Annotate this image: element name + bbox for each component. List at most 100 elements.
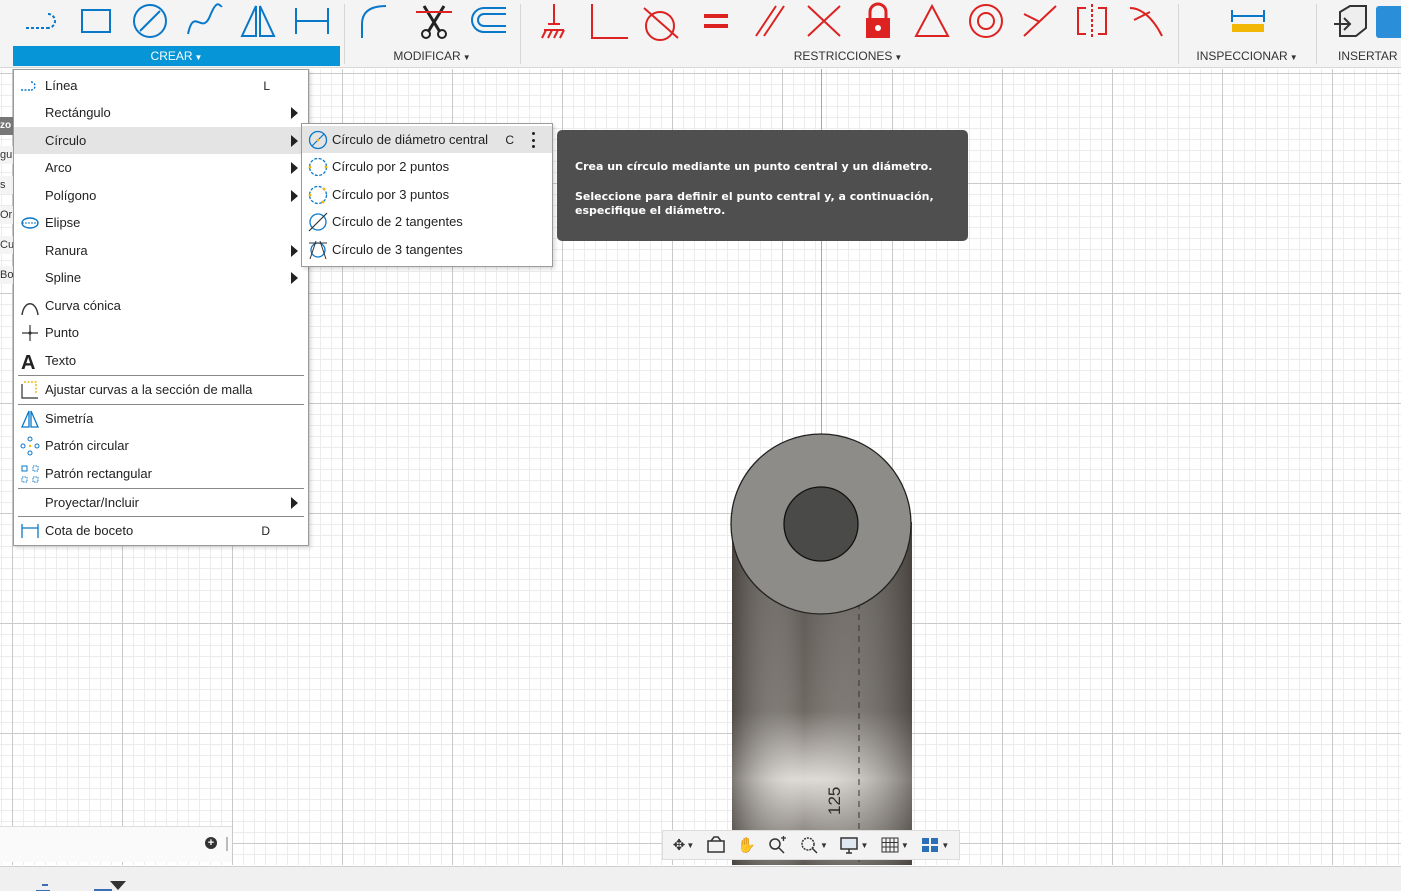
two-tangent-circle-icon (308, 212, 328, 232)
dimension-label: 125 (825, 787, 844, 815)
more-options-icon[interactable] (532, 132, 536, 148)
submenu-item-circulo-3-tangentes[interactable]: Círculo de 3 tangentes (302, 236, 552, 263)
menu-item-linea[interactable]: Línea L (14, 72, 308, 99)
spline-tool-icon[interactable] (182, 2, 226, 40)
menu-item-simetria[interactable]: Simetría (14, 405, 308, 432)
timeline-marker-icon[interactable] (92, 879, 132, 891)
tooltip-description: Crea un círculo mediante un punto centra… (575, 160, 933, 173)
side-panel-fragment: gu (0, 146, 14, 164)
mirror-tool-icon[interactable] (236, 2, 280, 40)
submenu-arrow-icon (291, 107, 298, 119)
submenu-arrow-icon (291, 162, 298, 174)
fix-lock-icon[interactable] (856, 2, 900, 40)
measure-tool-icon[interactable] (1226, 2, 1270, 40)
circular-pattern-icon (20, 436, 40, 456)
menu-item-proyectar-incluir[interactable]: Proyectar/Incluir (14, 489, 308, 516)
submenu-arrow-icon (291, 497, 298, 509)
look-at-icon[interactable] (706, 833, 726, 857)
orbit-icon[interactable]: ✥ ▼ (673, 833, 695, 857)
submenu-item-circulo-diametro-central[interactable]: Círculo de diámetro central C (302, 126, 552, 153)
menu-item-cota-de-boceto[interactable]: Cota de boceto D (14, 517, 308, 544)
insert-tool-icon[interactable] (1328, 2, 1372, 40)
line-icon (20, 76, 40, 96)
fillet-tool-icon[interactable] (354, 2, 398, 40)
modificar-group-button[interactable]: MODIFICAR ▼ (344, 46, 520, 66)
concentric-constraint-icon[interactable] (964, 2, 1008, 40)
rectangular-pattern-icon (20, 464, 40, 484)
sketch-geometry[interactable]: 125 (700, 420, 940, 865)
three-point-circle-icon (308, 185, 328, 205)
two-point-circle-icon (308, 157, 328, 177)
timeline-icon[interactable] (34, 883, 52, 891)
trim-tool-icon[interactable] (412, 2, 456, 40)
midpoint-constraint-icon[interactable] (1018, 2, 1062, 40)
insertar-group-button[interactable]: INSERTAR (1322, 46, 1401, 66)
inspeccionar-group-button[interactable]: INSPECCIONAR ▼ (1180, 46, 1314, 66)
pan-hand-icon[interactable]: ✋ (737, 833, 756, 857)
side-panel-fragment: Cu (0, 236, 14, 254)
curvature-constraint-icon[interactable] (1124, 2, 1168, 40)
menu-item-ajustar-curvas[interactable]: Ajustar curvas a la sección de malla (14, 376, 308, 403)
point-icon (20, 323, 40, 343)
menu-item-curva-conica[interactable]: Curva cónica (14, 292, 308, 319)
toolbar-separator (1316, 4, 1317, 64)
toolbar: CREAR ▼ MODIFICAR ▼ RESTRICCIONES ▼ INSP… (0, 0, 1401, 68)
sketch-dimension-icon (20, 521, 40, 541)
zoom-icon[interactable] (767, 833, 787, 857)
menu-item-texto[interactable]: A Texto (14, 347, 308, 374)
insert-image-icon[interactable] (1374, 2, 1401, 40)
menu-item-punto[interactable]: Punto (14, 319, 308, 346)
zoom-window-icon[interactable]: ▼ (799, 833, 828, 857)
menu-item-spline[interactable]: Spline (14, 264, 308, 291)
svg-text:A: A (21, 352, 35, 371)
browser-panel-footer: + (0, 826, 232, 862)
triangle-constraint-icon[interactable] (910, 2, 954, 40)
restricciones-group-button[interactable]: RESTRICCIONES ▼ (520, 46, 1176, 66)
offset-tool-icon[interactable] (466, 2, 510, 40)
submenu-item-circulo-3-puntos[interactable]: Círculo por 3 puntos (302, 181, 552, 208)
menu-item-circulo[interactable]: Círculo (14, 127, 308, 154)
tool-tooltip: Crea un círculo mediante un punto centra… (557, 130, 968, 241)
add-icon[interactable]: + (205, 837, 217, 849)
menu-item-elipse[interactable]: Elipse (14, 209, 308, 236)
menu-item-patron-rectangular[interactable]: Patrón rectangular (14, 460, 308, 487)
crear-dropdown-menu: Línea L Rectángulo Círculo Arco Polígono… (13, 69, 309, 546)
menu-item-ranura[interactable]: Ranura (14, 237, 308, 264)
inner-circle (783, 486, 859, 562)
crear-group-button[interactable]: CREAR ▼ (13, 46, 340, 66)
toolbar-separator (1178, 4, 1179, 64)
line-tool-icon[interactable] (22, 2, 66, 40)
three-tangent-circle-icon (308, 240, 328, 260)
tooltip-instructions: Seleccione para definir el punto central… (575, 190, 934, 217)
submenu-item-circulo-2-tangentes[interactable]: Círculo de 2 tangentes (302, 208, 552, 235)
perpendicular-cross-icon[interactable] (802, 2, 846, 40)
menu-item-arco[interactable]: Arco (14, 154, 308, 181)
submenu-arrow-icon (291, 135, 298, 147)
mirror-icon (20, 409, 40, 429)
side-panel-fragment: Or (0, 206, 14, 224)
submenu-arrow-icon (291, 245, 298, 257)
parallel-constraint-icon[interactable] (748, 2, 792, 40)
viewports-icon[interactable]: ▼ (920, 833, 949, 857)
circle-submenu: Círculo de diámetro central C Círculo po… (301, 123, 553, 267)
rectangle-tool-icon[interactable] (74, 2, 118, 40)
menu-item-poligono[interactable]: Polígono (14, 182, 308, 209)
perpendicular-constraint-icon[interactable] (586, 2, 630, 40)
status-bar (0, 866, 1401, 891)
circle-tool-icon[interactable] (128, 2, 172, 40)
coincident-constraint-icon[interactable] (532, 2, 576, 40)
side-panel-fragment: zo (0, 117, 14, 135)
grid-settings-icon[interactable]: ▼ (880, 833, 909, 857)
ellipse-icon (20, 213, 40, 233)
tangent-constraint-icon[interactable] (638, 2, 682, 41)
text-icon: A (20, 351, 40, 371)
menu-item-patron-circular[interactable]: Patrón circular (14, 432, 308, 459)
display-settings-icon[interactable]: ▼ (839, 833, 868, 857)
submenu-item-circulo-2-puntos[interactable]: Círculo por 2 puntos (302, 153, 552, 180)
equal-constraint-icon[interactable] (694, 2, 738, 40)
symmetry-constraint-icon[interactable] (1070, 2, 1114, 40)
panel-resize-handle[interactable] (226, 837, 228, 851)
dimension-tool-icon[interactable] (290, 2, 334, 40)
menu-item-rectangulo[interactable]: Rectángulo (14, 99, 308, 126)
submenu-arrow-icon (291, 190, 298, 202)
